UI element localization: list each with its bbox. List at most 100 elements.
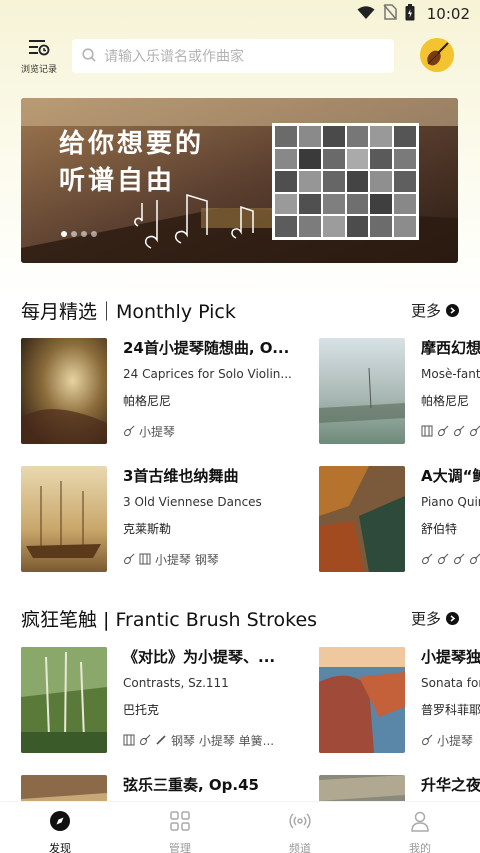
search-placeholder: 请输入乐谱名或作曲家 — [104, 49, 244, 65]
piano-icon — [123, 734, 135, 746]
violin-icon — [469, 425, 480, 437]
banner-pagination[interactable] — [61, 231, 97, 237]
card-composer: 巴托克 — [123, 703, 160, 717]
banner-dot[interactable] — [71, 231, 77, 237]
artwork-thumbnail — [21, 647, 107, 753]
card-title: 24首小提琴随想曲, O... — [123, 339, 290, 357]
tab-label: 发现 — [49, 842, 71, 853]
chevron-right-icon — [446, 611, 459, 625]
score-card[interactable]: 弦乐三重奏, Op.45 — [21, 775, 301, 801]
card-title: 升华之夜 — [421, 776, 480, 794]
banner-dot[interactable] — [61, 231, 67, 237]
history-button[interactable]: 浏览记录 — [20, 38, 58, 78]
violin-icon — [453, 553, 465, 565]
score-card[interactable]: 24首小提琴随想曲, O... 24 Caprices for Solo Vio… — [21, 338, 301, 444]
banner-title-line2: 听谱自由 — [59, 166, 176, 196]
more-button[interactable]: 更多 — [411, 608, 459, 629]
card-tag-text: 小提琴 — [437, 733, 474, 748]
status-time: 10:02 — [426, 5, 470, 23]
section-title: 疯狂笔触 | Frantic Brush Strokes — [21, 608, 318, 631]
card-title: 弦乐三重奏, Op.45 — [123, 776, 259, 794]
card-tag-text: 钢琴 小提琴 单簧... — [171, 733, 275, 748]
card-title: 小提琴独 — [421, 648, 480, 666]
tab-mine[interactable]: 我的 — [360, 802, 480, 853]
card-title: 《对比》为小提琴、... — [123, 648, 276, 666]
status-bar: 10:02 — [0, 0, 480, 28]
person-icon — [409, 810, 431, 836]
card-title: 3首古维也纳舞曲 — [123, 467, 239, 485]
grid-icon — [169, 810, 191, 836]
score-card[interactable]: 小提琴独 Sonata for 普罗科菲耶 小提琴 — [319, 647, 480, 753]
banner-dot[interactable] — [81, 231, 87, 237]
no-sim-icon — [383, 4, 397, 24]
card-subtitle: Contrasts, Sz.111 — [123, 676, 229, 690]
artwork-thumbnail — [21, 775, 107, 801]
history-icon — [28, 38, 50, 60]
score-card[interactable]: 《对比》为小提琴、... Contrasts, Sz.111 巴托克 钢琴 小提… — [21, 647, 301, 753]
wifi-icon — [357, 5, 375, 24]
artwork-thumbnail — [319, 647, 405, 753]
section-header-frantic-brush: 疯狂笔触 | Frantic Brush Strokes 更多 — [21, 605, 459, 631]
card-composer: 帕格尼尼 — [123, 394, 172, 408]
avatar[interactable] — [420, 38, 454, 72]
score-card[interactable]: 3首古维也纳舞曲 3 Old Viennese Dances 克莱斯勒 小提琴 … — [21, 466, 301, 572]
promo-banner[interactable]: 给你想要的 听谱自由 — [21, 98, 458, 263]
compass-icon — [49, 810, 71, 836]
tab-discover[interactable]: 发现 — [0, 802, 120, 853]
search-input[interactable]: 请输入乐谱名或作曲家 — [72, 39, 394, 73]
score-card[interactable]: A大调“鳟 Piano Quin 舒伯特 — [319, 466, 480, 572]
score-card[interactable]: 升华之夜 — [319, 775, 480, 801]
more-label: 更多 — [410, 609, 441, 628]
violin-icon — [469, 553, 480, 565]
section-title: 每月精选｜Monthly Pick — [21, 300, 236, 323]
violin-icon — [437, 553, 449, 565]
header: 浏览记录 请输入乐谱名或作曲家 — [0, 38, 480, 78]
more-label: 更多 — [410, 301, 441, 320]
violin-icon — [453, 425, 465, 437]
violin-icon — [421, 553, 433, 565]
banner-title-line1: 给你想要的 — [59, 129, 205, 159]
tab-label: 频道 — [289, 842, 311, 853]
clarinet-icon — [155, 734, 167, 746]
card-title: 摩西幻想 — [421, 339, 480, 357]
more-button[interactable]: 更多 — [411, 300, 459, 321]
chevron-right-icon — [446, 303, 459, 317]
card-subtitle: Sonata for — [421, 676, 480, 690]
card-tag-text: 小提琴 钢琴 — [155, 552, 219, 567]
artwork-thumbnail — [319, 775, 405, 801]
card-tags — [421, 423, 480, 439]
history-label: 浏览记录 — [20, 65, 57, 75]
card-title: A大调“鳟 — [421, 467, 480, 485]
composer-portraits — [272, 123, 419, 240]
card-tag-text: 小提琴 — [139, 424, 176, 439]
card-composer: 克莱斯勒 — [123, 522, 172, 536]
violin-icon — [123, 425, 135, 437]
card-composer: 普罗科菲耶 — [421, 703, 480, 717]
score-card[interactable]: 摩西幻想 Mosè-fanta 帕格尼尼 — [319, 338, 480, 444]
violin-avatar-icon — [420, 38, 454, 72]
card-tags: 小提琴 — [421, 732, 480, 748]
section-header-monthly-pick: 每月精选｜Monthly Pick 更多 — [21, 297, 459, 323]
card-subtitle: 3 Old Viennese Dances — [123, 495, 262, 509]
violin-icon — [421, 734, 433, 746]
broadcast-icon — [289, 810, 311, 836]
tab-channel[interactable]: 频道 — [240, 802, 360, 853]
violin-icon — [437, 425, 449, 437]
violin-icon — [139, 734, 151, 746]
battery-icon — [405, 3, 415, 25]
card-tags: 钢琴 小提琴 单簧... — [123, 732, 301, 748]
banner-dot[interactable] — [91, 231, 97, 237]
card-tags — [421, 551, 480, 567]
tab-label: 我的 — [409, 842, 431, 853]
search-icon — [82, 47, 96, 66]
artwork-thumbnail — [319, 466, 405, 572]
artwork-thumbnail — [21, 466, 107, 572]
violin-icon — [123, 553, 135, 565]
card-composer: 帕格尼尼 — [421, 394, 470, 408]
piano-icon — [421, 425, 433, 437]
artwork-thumbnail — [21, 338, 107, 444]
tab-label: 管理 — [169, 842, 191, 853]
bottom-tab-bar: 发现 管理 频道 我的 — [0, 801, 480, 853]
tab-manage[interactable]: 管理 — [120, 802, 240, 853]
card-tags: 小提琴 — [123, 423, 301, 439]
